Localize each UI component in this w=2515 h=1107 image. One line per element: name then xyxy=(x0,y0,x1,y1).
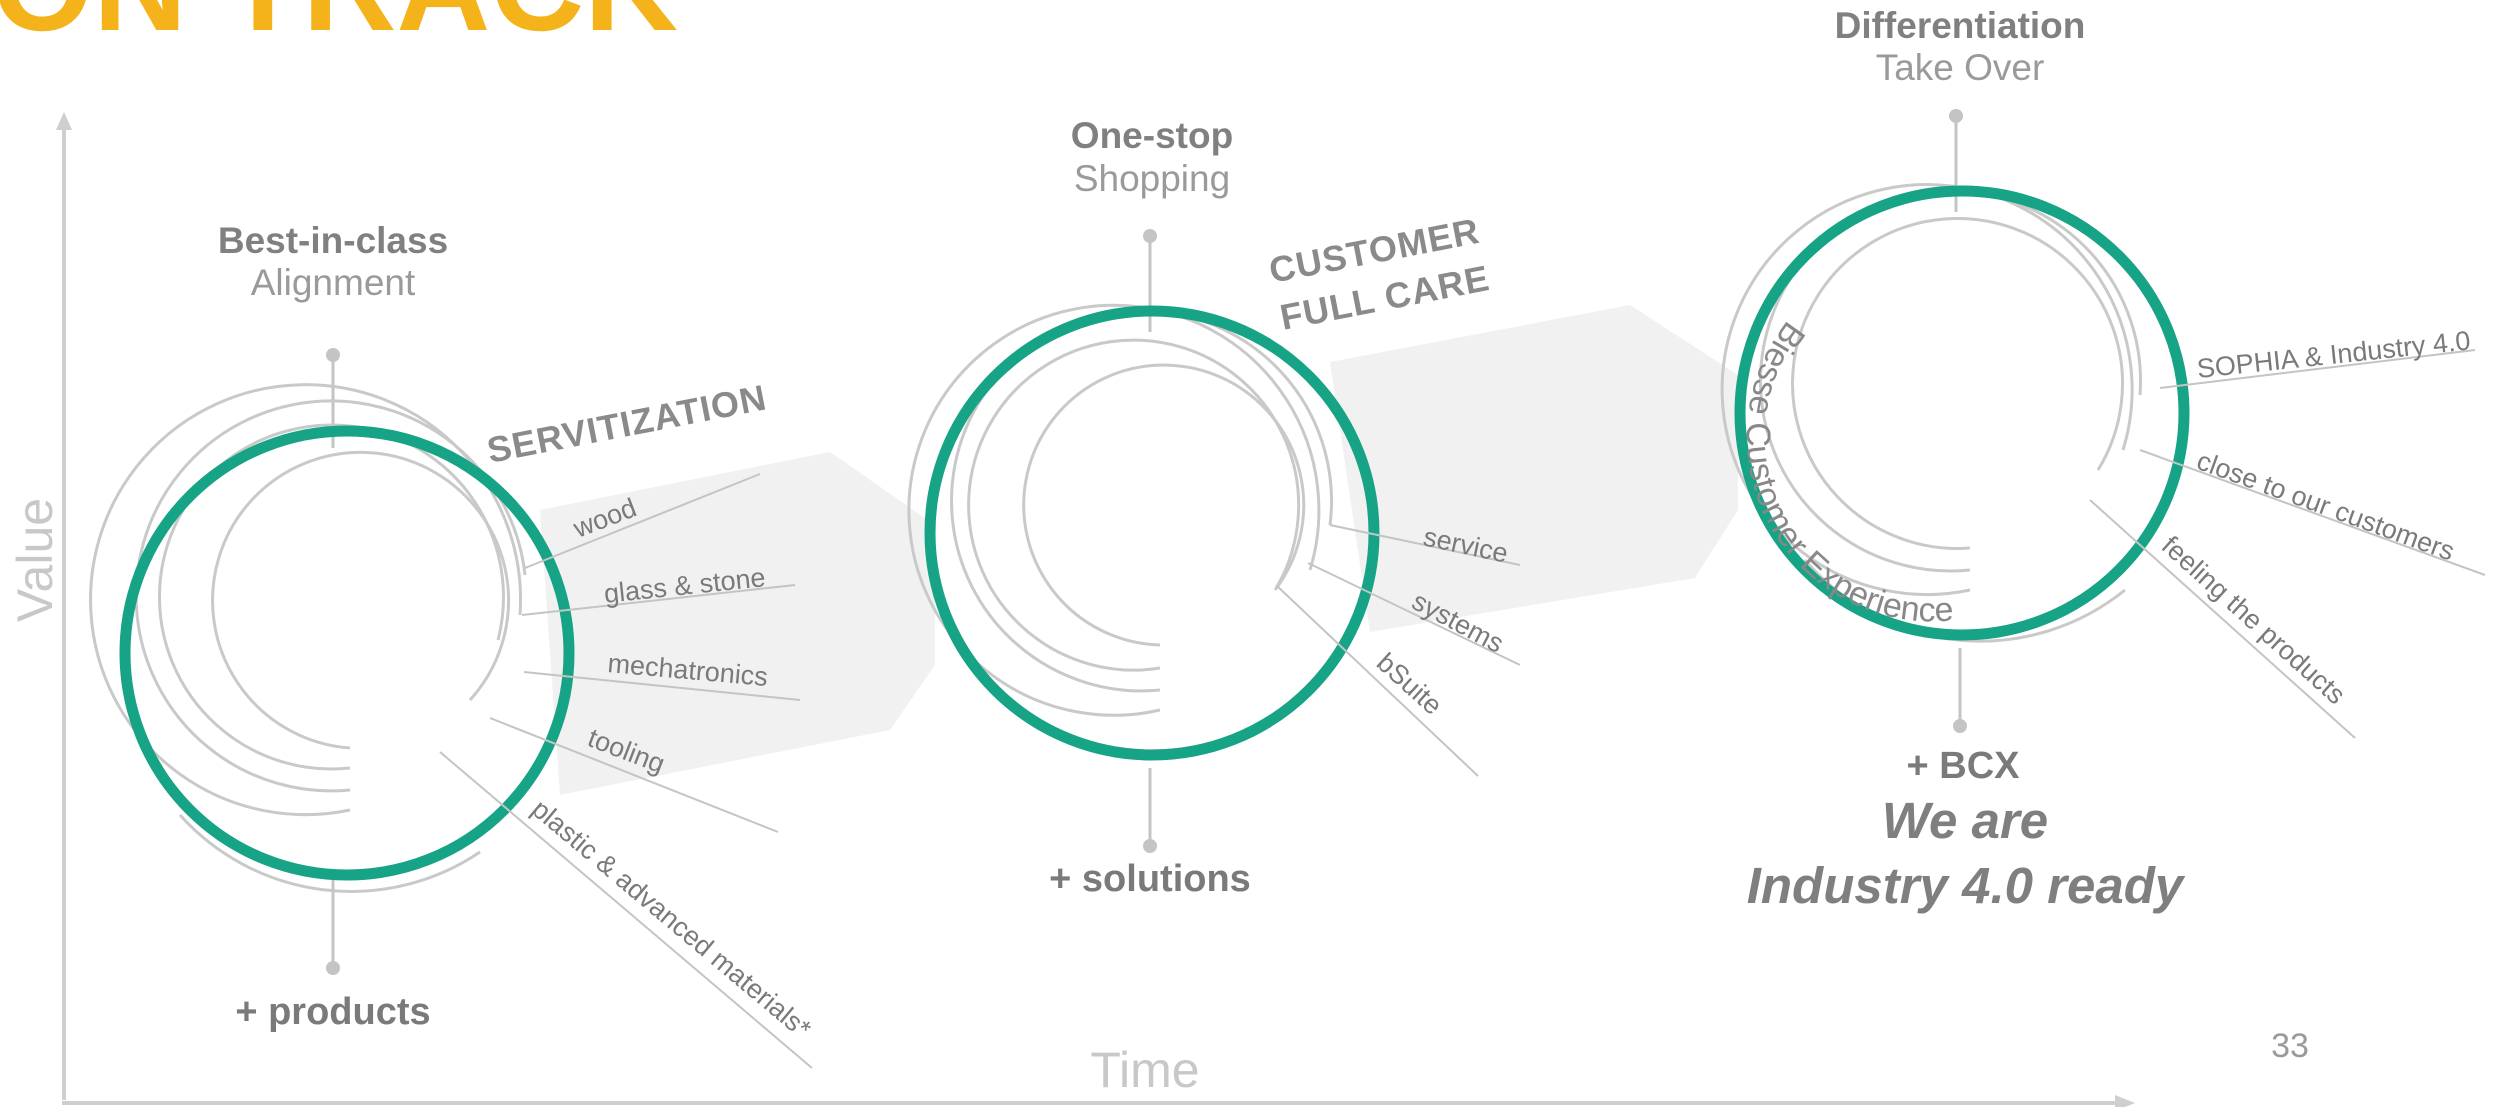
stage-3-inner-arcs xyxy=(1720,183,2142,643)
page-number: 33 xyxy=(2271,1027,2309,1065)
stage-2-top-bold: One-stop xyxy=(1071,115,1233,156)
stage-3-bottom-dot xyxy=(1953,719,1967,733)
stage-3-bottom-label: + BCX xyxy=(1907,745,2021,787)
stage-3-top-light: Take Over xyxy=(1876,47,2045,88)
x-axis-arrow xyxy=(2115,1095,2135,1107)
stage-2-ring xyxy=(924,305,1380,761)
stage-3-branch-sophia: SOPHIA & Industry 4.0 xyxy=(2195,325,2471,384)
stage-2-top-light: Shopping xyxy=(1074,158,1230,199)
x-axis-label: Time xyxy=(1090,1042,1199,1098)
stage-2-bottom-dot xyxy=(1143,839,1157,853)
stage-1-bottom-dot xyxy=(326,961,340,975)
stage-3-ring-text: Biesse Customer Experience xyxy=(1739,315,1955,630)
stage-3-branch-feeling: feeling the products xyxy=(2156,530,2351,710)
stage-1-tag: SERVITIZATION xyxy=(484,376,770,470)
stage-3-branch-close: close to our customers xyxy=(2193,445,2458,566)
stage-2-branch-bsuite: bSuite xyxy=(1371,647,1448,721)
stage-2-inner-arcs xyxy=(907,303,1337,753)
claim-line-1: We are xyxy=(1882,792,2048,849)
stage-1-top-light: Alignment xyxy=(251,262,416,303)
y-axis-arrow xyxy=(56,112,72,130)
stage-3-top-bold: Differentiation xyxy=(1835,5,2086,46)
stage-band-2 xyxy=(1330,305,1738,632)
diagram-canvas: ON TRACK Value Time Best-in-class Alignm… xyxy=(0,0,2486,1107)
y-axis-label: Value xyxy=(7,498,63,622)
stage-1-bottom-label: + products xyxy=(235,991,430,1033)
stage-2-bottom-label: + solutions xyxy=(1049,858,1251,900)
stage-1-ring xyxy=(119,425,575,881)
page-title: ON TRACK xyxy=(0,0,678,58)
stage-1-top-bold: Best-in-class xyxy=(218,220,448,261)
claim-line-2: Industry 4.0 ready xyxy=(1747,857,2186,914)
stage-3: Differentiation Take Over Biesse Custome… xyxy=(1720,5,2486,787)
